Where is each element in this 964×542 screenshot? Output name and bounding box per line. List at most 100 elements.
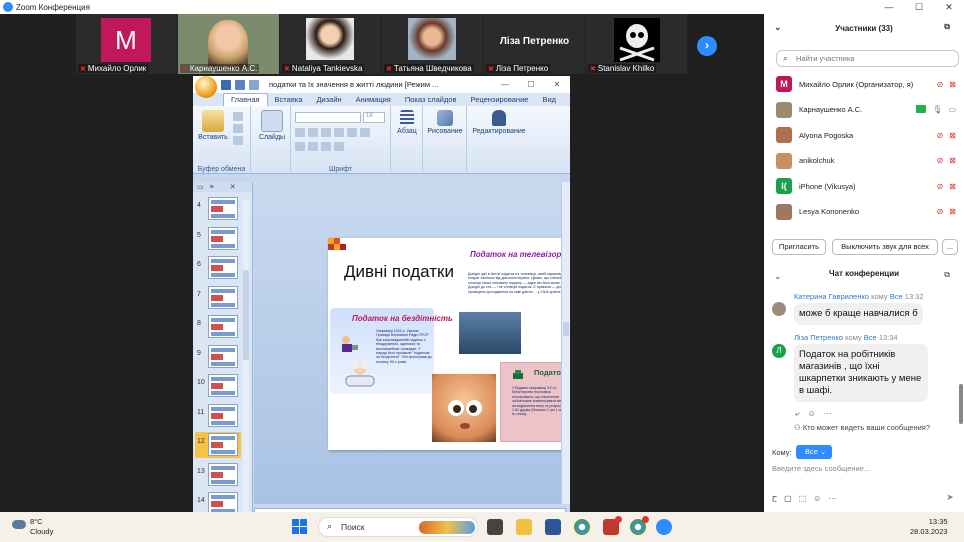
taskbar-search[interactable]: ⌕ Поиск bbox=[318, 517, 478, 537]
tab-view[interactable]: Вид bbox=[535, 94, 563, 106]
file-explorer-icon[interactable] bbox=[516, 519, 532, 535]
weather-widget[interactable]: 8°C Cloudy bbox=[12, 517, 53, 537]
video-icon[interactable]: ▭ bbox=[948, 105, 956, 114]
mic-muted-icon[interactable]: ⊘ bbox=[937, 80, 944, 89]
video-tile[interactable]: ✖ Nataliya Tankievska bbox=[280, 14, 381, 74]
reply-icon[interactable]: ⤶ bbox=[795, 409, 799, 419]
video-tile[interactable]: Ліза Петренко ✖ Ліза Петренко bbox=[484, 14, 585, 74]
video-off-icon[interactable]: ⊠ bbox=[949, 182, 956, 191]
video-tile[interactable]: M ✖ Михайло Орлик bbox=[76, 14, 177, 74]
participant-row[interactable]: anikolchuk ⊘ ⊠ bbox=[776, 150, 956, 172]
close-icon[interactable]: ✕ bbox=[934, 2, 964, 13]
message-sender[interactable]: Катерина Гавриленко bbox=[794, 292, 869, 301]
slide-thumbnail[interactable]: 12 bbox=[195, 432, 241, 458]
video-off-icon[interactable]: ⊠ bbox=[949, 80, 956, 89]
windows-start-icon[interactable] bbox=[292, 519, 308, 535]
chevron-down-icon[interactable]: ⌄ bbox=[774, 271, 782, 282]
clipboard-small-icons[interactable] bbox=[233, 112, 243, 145]
mic-muted-icon[interactable]: ⊘ bbox=[937, 182, 944, 191]
font-style-icons[interactable] bbox=[295, 128, 370, 137]
tab-home[interactable]: Главная bbox=[223, 93, 268, 106]
maximize-icon[interactable]: ☐ bbox=[518, 80, 544, 89]
scrollbar-thumb[interactable] bbox=[563, 322, 569, 336]
close-icon[interactable]: ✕ bbox=[544, 80, 570, 89]
screenshot-icon[interactable]: ⬚ bbox=[799, 494, 807, 505]
tab-animation[interactable]: Анимация bbox=[349, 94, 398, 106]
undo-icon[interactable] bbox=[235, 79, 245, 90]
chrome-icon[interactable] bbox=[630, 516, 649, 535]
slide-thumbnail[interactable]: 4 bbox=[195, 196, 241, 222]
emoji-reaction-icon[interactable]: ☺ bbox=[807, 409, 815, 419]
who-can-see-link[interactable]: ⚇ Кто может видеть ваши сообщения? bbox=[794, 423, 930, 432]
participant-row[interactable]: Lesya Kononenko ⊘ ⊠ bbox=[776, 201, 956, 223]
popout-icon[interactable]: ⧉ bbox=[944, 270, 950, 280]
message-sender[interactable]: Ліза Петренко bbox=[794, 333, 843, 342]
participant-row[interactable]: I(iPhone (Vikusya) ⊘ ⊠ bbox=[776, 175, 956, 197]
next-page-arrow-icon[interactable]: › bbox=[697, 36, 717, 56]
emoji-icon[interactable]: ☺ bbox=[813, 494, 821, 505]
tab-design[interactable]: Дизайн bbox=[309, 94, 348, 106]
current-slide[interactable]: Дивні податки Податок на телевізор Дохід… bbox=[328, 238, 570, 450]
slide-thumbnail[interactable]: 13 bbox=[195, 462, 241, 488]
participant-row[interactable]: Alyona Pogoska ⊘ ⊠ bbox=[776, 124, 956, 146]
chevron-down-icon[interactable]: ⌄ bbox=[774, 22, 782, 33]
mic-muted-icon[interactable]: ⊘ bbox=[937, 131, 944, 140]
more-icon[interactable]: ··· bbox=[828, 494, 836, 505]
font-name-box[interactable] bbox=[295, 112, 361, 123]
scrollbar-thumb[interactable] bbox=[243, 270, 249, 360]
slide-vertical-scrollbar[interactable] bbox=[561, 182, 570, 504]
file-icon[interactable]: ▢ bbox=[784, 494, 792, 505]
mic-muted-icon[interactable]: ⊘ bbox=[937, 207, 944, 216]
drawing-button[interactable]: Рисование bbox=[427, 110, 463, 135]
outline-tab-icon[interactable]: ≡ bbox=[210, 184, 214, 191]
invite-button[interactable]: Пригласить bbox=[772, 239, 826, 255]
popout-icon[interactable]: ⧉ bbox=[944, 22, 950, 32]
recipient-dropdown[interactable]: Все ⌄ bbox=[796, 445, 832, 459]
tab-slideshow[interactable]: Показ слайдов bbox=[398, 94, 464, 106]
font-size-box[interactable]: 18 bbox=[363, 112, 385, 123]
app-icon[interactable] bbox=[603, 516, 622, 535]
task-view-icon[interactable] bbox=[487, 519, 503, 535]
slide-thumbnail[interactable]: 5 bbox=[195, 226, 241, 252]
maximize-icon[interactable]: ☐ bbox=[904, 2, 934, 13]
chat-message-input[interactable]: Введите здесь сообщение... bbox=[772, 464, 952, 478]
mic-muted-icon[interactable]: ⊘ bbox=[937, 156, 944, 165]
video-off-icon[interactable]: ⊠ bbox=[949, 207, 956, 216]
editing-button[interactable]: Редактирование bbox=[469, 110, 529, 135]
slides-button[interactable]: Слайды bbox=[259, 110, 285, 141]
save-icon[interactable] bbox=[221, 79, 231, 90]
more-icon[interactable]: ··· bbox=[824, 409, 832, 419]
more-options-button[interactable]: ... bbox=[942, 239, 958, 255]
minimize-icon[interactable]: — bbox=[874, 2, 904, 12]
chat-scrollbar[interactable] bbox=[959, 384, 963, 424]
tab-review[interactable]: Рецензирование bbox=[464, 94, 536, 106]
redo-icon[interactable] bbox=[249, 79, 259, 90]
participant-search-input[interactable]: ⌕ Найти участника bbox=[776, 50, 959, 67]
slide-thumbnail[interactable]: 11 bbox=[195, 403, 241, 429]
participant-row[interactable]: M Михайло Орлик (Организатор, я) ⊘ ⊠ bbox=[776, 73, 956, 95]
send-icon[interactable]: ➤ bbox=[942, 492, 958, 506]
slide-thumbnail[interactable]: 6 bbox=[195, 255, 241, 281]
minimize-icon[interactable]: — bbox=[492, 80, 518, 89]
slide-thumbnail[interactable]: 9 bbox=[195, 344, 241, 370]
thumbnail-scrollbar[interactable] bbox=[243, 200, 249, 520]
chrome-icon[interactable] bbox=[574, 519, 590, 535]
video-tile[interactable]: ✖ Карнаушенко А.С. bbox=[178, 14, 279, 74]
slide-thumbnail[interactable]: 10 bbox=[195, 373, 241, 399]
slides-tab-icon[interactable]: ▭ bbox=[197, 183, 204, 191]
word-icon[interactable] bbox=[545, 519, 561, 535]
video-tile[interactable]: ✖ Stanislav Khilko bbox=[586, 14, 687, 74]
zoom-icon[interactable] bbox=[656, 519, 672, 535]
mic-icon[interactable]: 🎙 bbox=[932, 105, 942, 114]
paste-button[interactable]: Вставить bbox=[197, 110, 229, 141]
slide-thumbnail[interactable]: 8 bbox=[195, 314, 241, 340]
video-off-icon[interactable]: ⊠ bbox=[949, 156, 956, 165]
video-tile[interactable]: ✖ Татьяна Шведчикова bbox=[382, 14, 483, 74]
paragraph-button[interactable]: Абзац bbox=[395, 110, 419, 135]
video-off-icon[interactable]: ⊠ bbox=[949, 131, 956, 140]
close-pane-icon[interactable]: ✕ bbox=[230, 183, 236, 191]
office-button-icon[interactable] bbox=[195, 76, 217, 98]
tab-insert[interactable]: Вставка bbox=[268, 94, 310, 106]
participant-row[interactable]: Карнаушенко А.С. 🎙 ▭ bbox=[776, 99, 956, 121]
font-color-icons[interactable] bbox=[295, 142, 344, 151]
